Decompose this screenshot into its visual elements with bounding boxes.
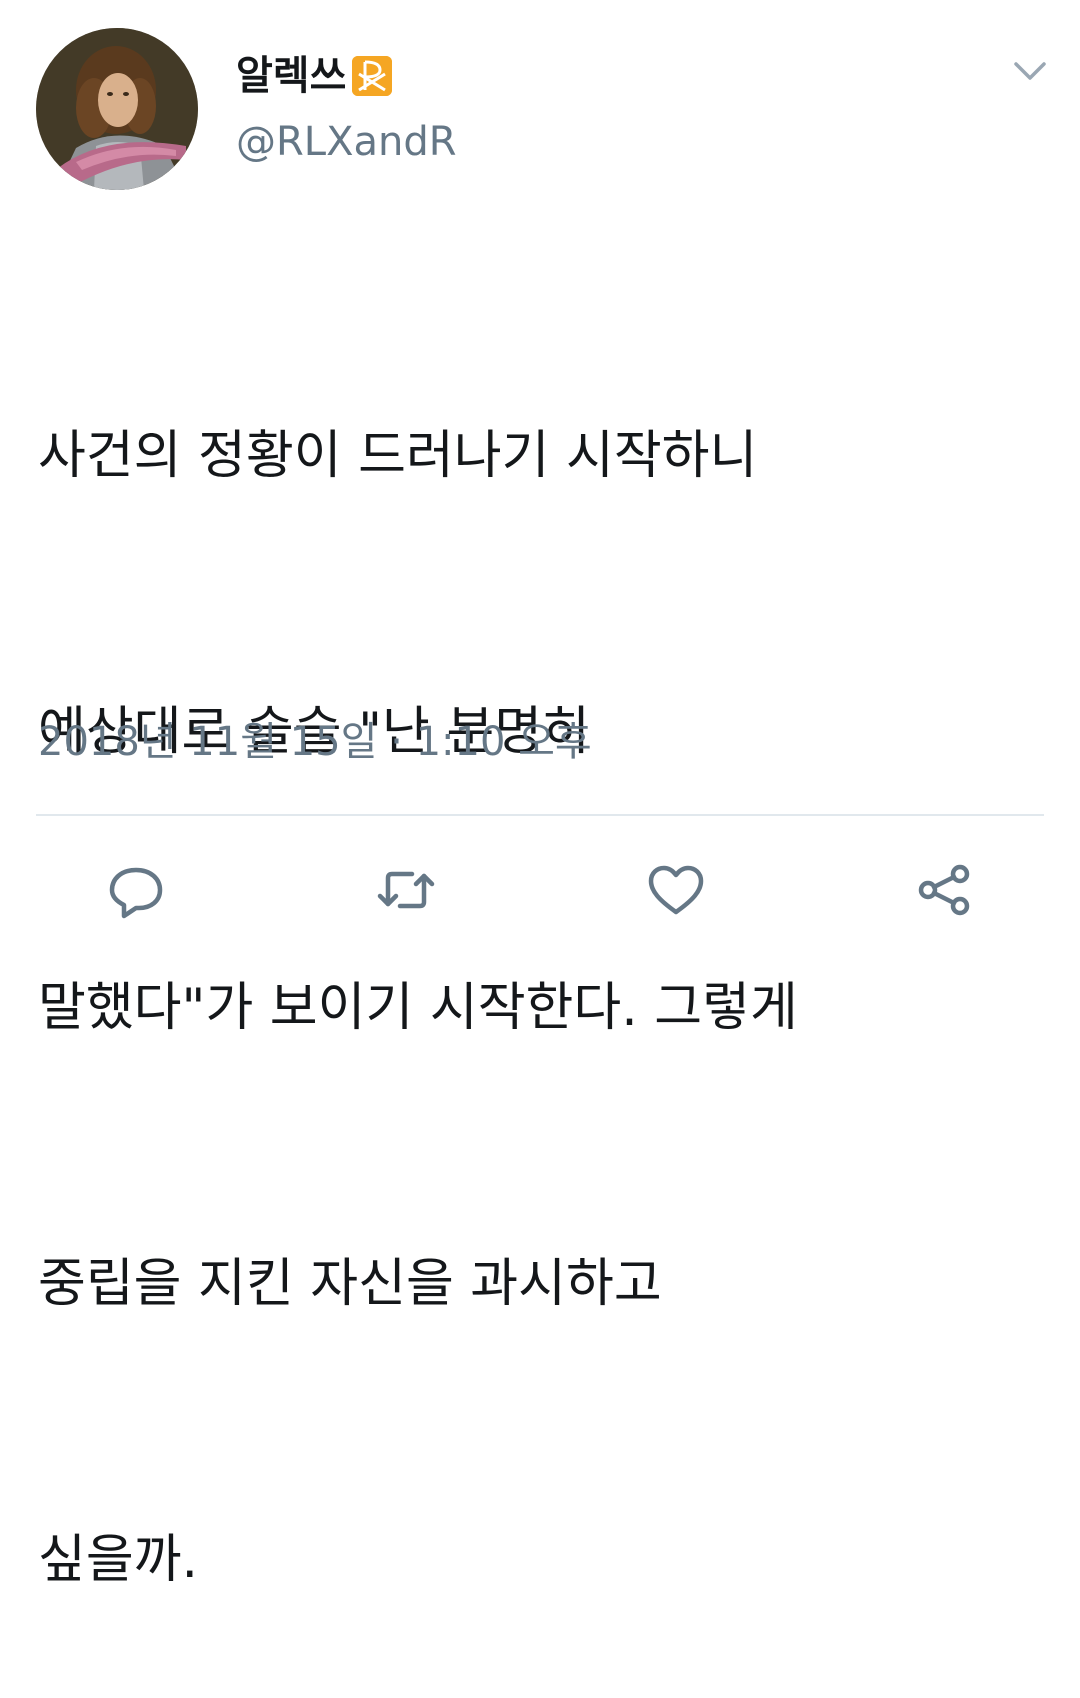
divider	[36, 814, 1044, 816]
reply-icon	[106, 860, 166, 920]
retweet-button[interactable]	[366, 850, 446, 930]
heart-icon	[645, 860, 707, 920]
share-button[interactable]	[904, 850, 984, 930]
tweet-text-line: 중립을 지킨 자신을 과시하고	[38, 1254, 662, 1314]
display-name-row[interactable]: 알렉쓰	[236, 44, 393, 108]
tweet-action-bar	[0, 850, 1080, 930]
portrait-avatar-image	[36, 28, 198, 190]
avatar[interactable]	[36, 28, 198, 190]
tweet-text: 사건의 정황이 드러나기 시작하니 예상대로 슬슬 "난 분명히 말했다"가 보…	[38, 226, 1058, 1698]
user-handle[interactable]: @RLXandR	[236, 118, 457, 166]
like-button[interactable]	[636, 850, 716, 930]
tweet-text-line: 싶을까.	[38, 1530, 199, 1590]
tweet-text-line: 말했다"가 보이기 시작한다. 그렇게	[38, 978, 798, 1038]
display-name[interactable]: 알렉쓰	[236, 56, 346, 96]
tweet-text-line: 사건의 정황이 드러나기 시작하니	[38, 426, 758, 486]
reply-button[interactable]	[96, 850, 176, 930]
share-icon	[914, 860, 974, 920]
chi-rho-badge-icon	[352, 56, 393, 96]
tweet-timestamp[interactable]: 2018년 11월 15일 · 1:10 오후	[38, 718, 592, 766]
retweet-icon	[374, 860, 438, 920]
more-options-chevron-down-icon[interactable]	[1010, 56, 1050, 86]
